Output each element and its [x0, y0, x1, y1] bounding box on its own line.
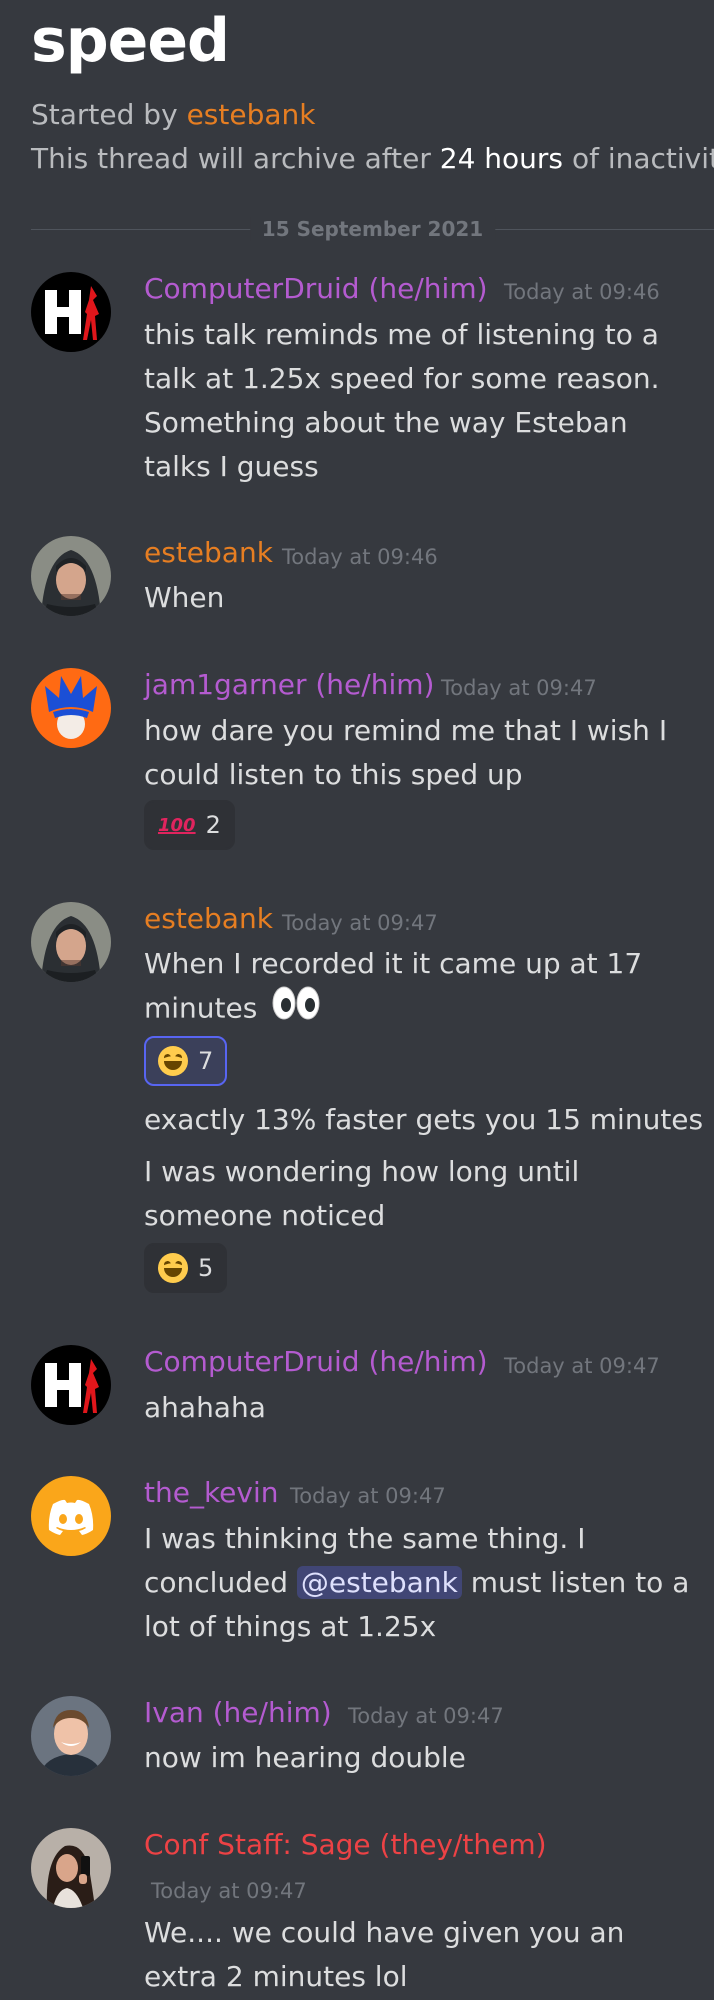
message-content: ahahaha — [144, 1386, 266, 1430]
archive-prefix: This thread will archive after — [31, 142, 431, 175]
message-line-text: must listen to a — [470, 1566, 690, 1599]
message-line: how dare you remind me that I wish I — [144, 714, 668, 747]
woman-selfie-avatar[interactable] — [31, 1828, 111, 1908]
message-content: We.... we could have given you an extra … — [144, 1911, 624, 1999]
message-timestamp: Today at 09:47 — [282, 911, 438, 935]
message-line-text: minutes — [144, 991, 258, 1025]
message-line: extra 2 minutes lol — [144, 1960, 408, 1993]
thread-title: speed — [31, 6, 230, 76]
grinning-squinting-face-emoji — [158, 1046, 188, 1076]
message-author[interactable]: estebank — [144, 536, 273, 569]
message-timestamp: Today at 09:47 — [151, 1879, 307, 1903]
hi-logo-avatar[interactable] — [31, 272, 111, 352]
message-line: exactly 13% faster gets you 15 minutes — [144, 1103, 704, 1136]
message-line: concluded @estebank must listen to a — [144, 1561, 689, 1605]
date-divider: 15 September 2021 — [31, 217, 714, 241]
discord-logo-avatar[interactable] — [31, 1476, 111, 1556]
message-line: now im hearing double — [144, 1741, 466, 1774]
reaction-button[interactable]: 100 2 — [144, 800, 235, 850]
reaction-count: 7 — [198, 1047, 214, 1075]
hundred-points-emoji: 100 — [158, 814, 196, 836]
message-content: When I recorded it it came up at 17 minu… — [144, 942, 642, 1033]
message-content: exactly 13% faster gets you 15 minutes — [144, 1098, 703, 1142]
started-by-label: Started by — [31, 98, 178, 131]
thread-archive-notice: This thread will archive after 24 hours … — [31, 142, 714, 175]
reaction-button[interactable]: 5 — [144, 1243, 228, 1293]
message-content: When — [144, 576, 224, 620]
message-line: talk at 1.25x speed for some reason. — [144, 362, 660, 395]
message-author[interactable]: estebank — [144, 902, 273, 935]
reaction-count: 2 — [205, 811, 221, 839]
archive-suffix: of inactivity. — [571, 142, 714, 175]
message-timestamp: Today at 09:46 — [504, 280, 660, 304]
grinning-squinting-face-emoji — [158, 1253, 188, 1283]
message-timestamp: Today at 09:47 — [504, 1354, 660, 1378]
message-author[interactable]: Ivan (he/him) — [144, 1696, 332, 1729]
message-content: I was thinking the same thing. I conclud… — [144, 1517, 689, 1649]
message-line-text: concluded — [144, 1566, 288, 1599]
message-author[interactable]: Conf Staff: Sage (they/them) — [144, 1828, 547, 1861]
archive-duration: 24 hours — [439, 142, 564, 175]
user-mention[interactable]: @estebank — [296, 1566, 462, 1599]
hi-logo-avatar[interactable] — [31, 1345, 111, 1425]
eyes-emoji — [272, 986, 320, 1033]
date-divider-label: 15 September 2021 — [249, 217, 496, 241]
message-timestamp: Today at 09:47 — [441, 676, 597, 700]
message-line: minutes — [144, 986, 642, 1033]
message-line: We.... we could have given you an — [144, 1916, 625, 1949]
message-author[interactable]: the_kevin — [144, 1476, 279, 1509]
message-line: someone noticed — [144, 1199, 386, 1232]
message-line: I was wondering how long until — [144, 1155, 580, 1188]
reaction-button-active[interactable]: 7 — [144, 1036, 228, 1086]
message-timestamp: Today at 09:47 — [290, 1484, 446, 1508]
message-line: could listen to this sped up — [144, 758, 523, 791]
message-line: talks I guess — [144, 450, 319, 483]
blue-hair-character-avatar[interactable] — [31, 668, 111, 748]
message-line: When I recorded it it came up at 17 — [144, 947, 643, 980]
message-line: When — [144, 581, 225, 614]
message-line: this talk reminds me of listening to a — [144, 318, 659, 351]
thread-started-by: Started by estebank — [31, 98, 315, 131]
message-content: this talk reminds me of listening to a t… — [144, 313, 660, 489]
message-timestamp: Today at 09:47 — [348, 1704, 504, 1728]
hooded-person-avatar[interactable] — [31, 536, 111, 616]
thread-author-link[interactable]: estebank — [187, 98, 316, 131]
message-line: Something about the way Esteban — [144, 406, 628, 439]
message-line: I was thinking the same thing. I — [144, 1522, 586, 1555]
message-author[interactable]: jam1garner (he/him) — [144, 668, 434, 701]
message-content: how dare you remind me that I wish I cou… — [144, 709, 667, 797]
message-line: ahahaha — [144, 1391, 266, 1424]
message-author[interactable]: ComputerDruid (he/him) — [144, 272, 488, 305]
message-content: now im hearing double — [144, 1736, 466, 1780]
message-timestamp: Today at 09:46 — [282, 545, 438, 569]
message-author[interactable]: ComputerDruid (he/him) — [144, 1345, 488, 1378]
message-line: lot of things at 1.25x — [144, 1610, 437, 1643]
message-content: I was wondering how long until someone n… — [144, 1150, 579, 1238]
reaction-count: 5 — [198, 1254, 214, 1282]
hooded-person-avatar[interactable] — [31, 902, 111, 982]
smiling-man-avatar[interactable] — [31, 1696, 111, 1776]
